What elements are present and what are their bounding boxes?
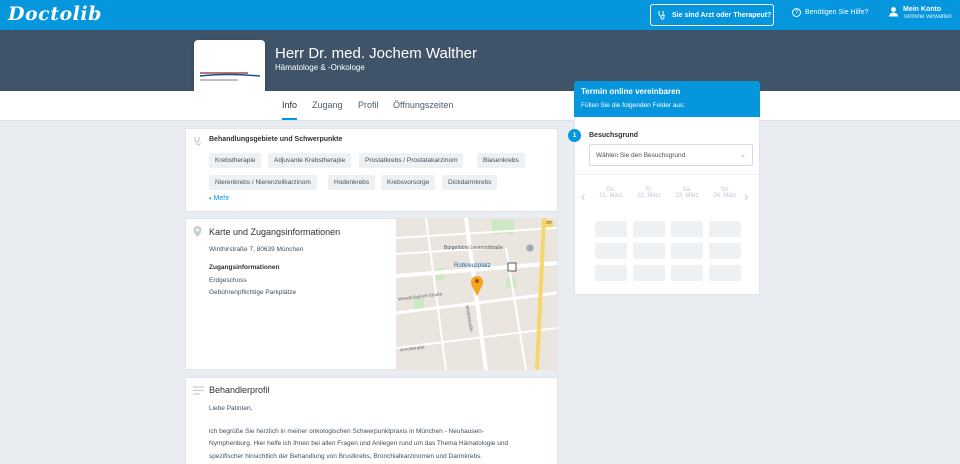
visit-reason-label: Besuchsgrund bbox=[589, 132, 639, 139]
time-slot-placeholder bbox=[633, 243, 665, 259]
previous-week-arrow[interactable]: ‹ bbox=[581, 189, 585, 204]
profile-list-icon bbox=[193, 386, 204, 395]
specialty-chip: Blasenkrebs bbox=[477, 153, 525, 168]
access-info-title: Zugangsinformationen bbox=[209, 264, 280, 271]
time-slot-placeholder bbox=[595, 243, 627, 259]
practice-logo-graphic bbox=[197, 65, 262, 80]
specialty-chip: Krebstherapie bbox=[209, 153, 262, 168]
map-label-rotkreuzplatz: Rotkreuzplatz bbox=[454, 263, 491, 269]
account-title: Mein Konto bbox=[903, 6, 942, 13]
divider bbox=[575, 174, 761, 175]
profile-card: Behandlerprofil Liebe Patinten, ich begr… bbox=[185, 377, 558, 464]
day-date: 24. März bbox=[713, 193, 737, 199]
access-info-parking: Gebührenpflichtige Parkplätze bbox=[209, 289, 297, 296]
question-icon: ? bbox=[792, 8, 801, 17]
specialty-chip: Hodenkrebs bbox=[328, 175, 376, 190]
account-menu[interactable]: Mein Konto Termine verwalten bbox=[888, 6, 952, 20]
calendar-day: So. 24. März bbox=[709, 187, 741, 199]
location-map[interactable]: 2R Bürgerbüro Leonrodstraße Rotkreuzplat… bbox=[396, 218, 557, 370]
practice-address: Winthirstraße 7, 80639 München bbox=[209, 246, 304, 253]
time-slot-placeholder bbox=[671, 265, 703, 281]
help-label: Benötigen Sie Hilfe? bbox=[805, 9, 869, 16]
next-week-arrow[interactable]: › bbox=[744, 189, 748, 204]
doctor-name: Herr Dr. med. Jochem Walther bbox=[275, 45, 477, 62]
access-info-floor: Erdgeschoss bbox=[209, 277, 247, 284]
specialty-chip: Dickdarmkrebs bbox=[442, 175, 498, 190]
time-slot-placeholder bbox=[595, 221, 627, 237]
time-slot-placeholder bbox=[671, 243, 703, 259]
chevron-down-icon: ⌄ bbox=[740, 152, 746, 159]
tab-profil[interactable]: Profil bbox=[358, 91, 379, 120]
visit-reason-placeholder: Wählen Sie den Besuchsgrund bbox=[596, 152, 686, 159]
step-number: 1 bbox=[568, 129, 581, 142]
day-date: 23. März bbox=[675, 193, 699, 199]
stethoscope-icon bbox=[658, 11, 665, 20]
tab-oeffnungszeiten[interactable]: Öffnungszeiten bbox=[393, 91, 453, 120]
doctor-signup-button[interactable]: Sie sind Arzt oder Therapeut? bbox=[650, 4, 774, 26]
map-badge: 2R bbox=[546, 220, 552, 225]
doctor-specialty: Hämatologe & -Onkologe bbox=[275, 63, 365, 72]
access-title: Karte und Zugangsinformationen bbox=[209, 227, 341, 237]
time-slot-placeholder bbox=[633, 221, 665, 237]
doctolib-logo[interactable]: Doctolib bbox=[8, 3, 102, 25]
visit-reason-select[interactable]: Wählen Sie den Besuchsgrund ⌄ bbox=[589, 144, 753, 166]
more-label: Mehr bbox=[213, 195, 230, 202]
time-slot-placeholder bbox=[595, 265, 627, 281]
specialty-chip: Nierenkrebs / Nierenzellkarzinom bbox=[209, 175, 317, 190]
location-pin-icon bbox=[193, 226, 202, 237]
help-link[interactable]: ? Benötigen Sie Hilfe? bbox=[792, 8, 868, 17]
time-slot-placeholder bbox=[633, 265, 665, 281]
specialties-card: Behandlungsgebiete und Schwerpunkte Kreb… bbox=[185, 128, 558, 212]
stethoscope-icon bbox=[194, 137, 201, 146]
booking-title: Termin online vereinbaren bbox=[581, 87, 681, 96]
day-date: 22. März bbox=[637, 193, 661, 199]
top-navbar: Doctolib Sie sind Arzt oder Therapeut? ?… bbox=[0, 0, 960, 30]
booking-header: Termin online vereinbaren Füllen Sie die… bbox=[574, 81, 760, 117]
time-slot-placeholder bbox=[709, 265, 741, 281]
doctor-signup-label: Sie sind Arzt oder Therapeut? bbox=[672, 11, 772, 19]
tab-info[interactable]: Info bbox=[282, 91, 298, 120]
calendar-day: Sa. 23. März bbox=[671, 187, 703, 199]
specialties-title: Behandlungsgebiete und Schwerpunkte bbox=[209, 136, 343, 143]
doctor-header bbox=[0, 30, 960, 91]
specialty-chip: Krebsvorsorge bbox=[381, 175, 436, 190]
calendar-day: Do. 21. März bbox=[595, 187, 627, 199]
time-slot-placeholder bbox=[709, 221, 741, 237]
calendar-day: Fr. 22. März bbox=[633, 187, 665, 199]
account-subtitle: Termine verwalten bbox=[903, 14, 952, 20]
specialty-chip: Adjuvante Krebstherapie bbox=[268, 153, 352, 168]
profile-title: Behandlerprofil bbox=[209, 385, 270, 395]
booking-form: 1 Besuchsgrund Wählen Sie den Besuchsgru… bbox=[568, 117, 761, 295]
map-label-buergerbuero: Bürgerbüro Leonrodstraße bbox=[444, 245, 503, 251]
profile-greeting: Liebe Patinten, bbox=[209, 405, 253, 412]
specialty-chip: Prostatkrebs / Prostatakarzinom bbox=[359, 153, 464, 168]
profile-text-line: spezifischer hinsichtlich der Behandlung… bbox=[209, 453, 483, 460]
profile-tabs: Info Zugang Profil Öffnungszeiten bbox=[0, 91, 960, 121]
chevron-down-icon: ▾ bbox=[209, 196, 212, 202]
more-specialties-link[interactable]: ▾ Mehr bbox=[209, 195, 229, 202]
booking-subtitle: Füllen Sie die folgenden Felder aus: bbox=[581, 102, 686, 109]
tab-zugang[interactable]: Zugang bbox=[312, 91, 343, 120]
day-date: 21. März bbox=[599, 193, 623, 199]
profile-text-line: Nymphenburg. Hier helfe ich Ihnen bei al… bbox=[209, 440, 509, 447]
time-slot-placeholder bbox=[671, 221, 703, 237]
user-icon bbox=[889, 7, 898, 17]
time-slot-placeholder bbox=[709, 243, 741, 259]
